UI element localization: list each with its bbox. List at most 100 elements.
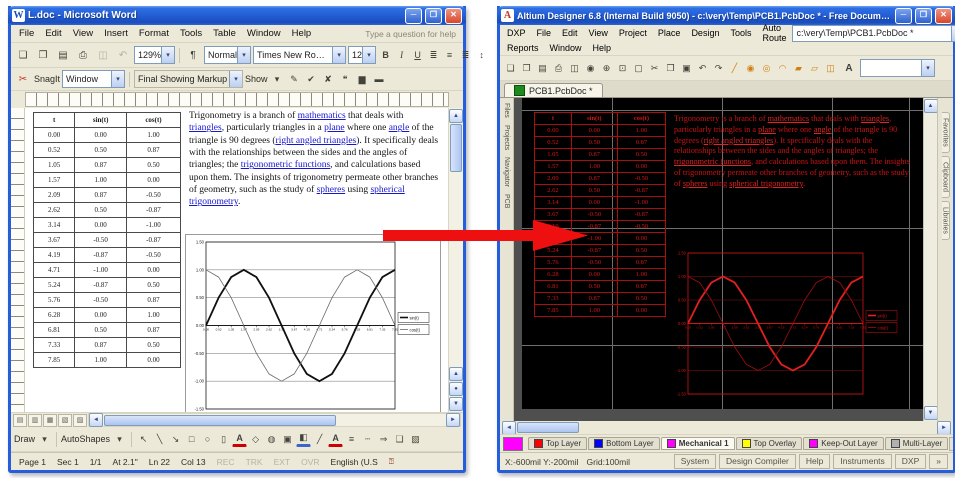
- open-icon[interactable]: ❐: [519, 59, 534, 77]
- insert-comment-icon[interactable]: ❝: [338, 70, 353, 88]
- layer-tab-keep-out-layer[interactable]: Keep-Out Layer: [803, 437, 883, 450]
- open-icon[interactable]: ❐: [34, 46, 52, 64]
- place-via-icon[interactable]: ◎: [759, 59, 774, 77]
- select-browse-object-icon[interactable]: ●: [449, 382, 463, 396]
- tab-pcb1-pcbdoc[interactable]: PCB1.PcbDoc *: [504, 83, 603, 97]
- threed-style-icon[interactable]: ▧: [408, 430, 423, 448]
- document-path-combo[interactable]: c:\very\Temp\PCB1.PcbDoc * ▾: [792, 25, 955, 42]
- panel-button-system[interactable]: System: [674, 454, 716, 469]
- dropdown-arrow-icon[interactable]: ▾: [237, 47, 250, 63]
- select-area-icon[interactable]: ▢: [631, 59, 646, 77]
- restore-button[interactable]: ❐: [425, 8, 442, 24]
- reading-layout-button[interactable]: ▨: [73, 414, 87, 427]
- line-style-icon[interactable]: ≡: [344, 430, 359, 448]
- print-icon[interactable]: ⎙: [74, 46, 92, 64]
- new-document-icon[interactable]: ❏: [503, 59, 518, 77]
- menu-item-file[interactable]: File: [532, 27, 557, 39]
- menu-item-insert[interactable]: Insert: [99, 27, 133, 40]
- scroll-up-icon[interactable]: ▲: [924, 99, 938, 113]
- word-chart-object[interactable]: 1.501.000.500.00-0.50-1.00-1.500.000.521…: [185, 234, 441, 412]
- layer-tab-multi-layer[interactable]: Multi-Layer: [885, 437, 949, 450]
- menu-item-project[interactable]: Project: [614, 27, 652, 39]
- font-size-combo[interactable]: 12 ▾: [348, 46, 376, 64]
- picture-icon[interactable]: ▣: [280, 430, 295, 448]
- hyperlink[interactable]: right angled triangles: [704, 136, 774, 145]
- menu-item-tools[interactable]: Tools: [175, 27, 207, 40]
- web-layout-button[interactable]: ▥: [28, 414, 42, 427]
- menu-item-help[interactable]: Help: [588, 42, 617, 54]
- hyperlink[interactable]: angle: [814, 125, 832, 134]
- pcb-chart-object[interactable]: 1.501.000.500.00-0.50-1.00-1.500.000.521…: [670, 248, 902, 404]
- panel-button-instruments[interactable]: Instruments: [833, 454, 891, 469]
- reject-change-icon[interactable]: ✘: [321, 70, 336, 88]
- zoom-fit-icon[interactable]: ⊡: [615, 59, 630, 77]
- panel-button-help[interactable]: Help: [799, 454, 830, 469]
- place-string-icon[interactable]: A: [840, 59, 858, 77]
- word-titlebar[interactable]: W L.doc - Microsoft Word ─ ❐ ✕: [8, 6, 466, 25]
- hyperlink[interactable]: spheres: [683, 179, 708, 188]
- scroll-down-icon[interactable]: ▼: [924, 406, 938, 420]
- browse-icon[interactable]: ◉: [583, 59, 598, 77]
- close-button[interactable]: ✕: [445, 8, 462, 24]
- panel-button-dxp[interactable]: DXP: [895, 454, 926, 469]
- menu-item-table[interactable]: Table: [208, 27, 241, 40]
- menu-item-view[interactable]: View: [584, 27, 613, 39]
- menu-item-help[interactable]: Help: [287, 27, 317, 40]
- scroll-right-icon[interactable]: ►: [446, 413, 460, 427]
- wordart-icon[interactable]: A: [232, 430, 247, 447]
- panel-button-»[interactable]: »: [929, 454, 948, 469]
- hyperlink[interactable]: triangles: [189, 123, 222, 133]
- line-spacing-icon[interactable]: ↕: [474, 46, 489, 64]
- paragraph-marks-icon[interactable]: ¶: [184, 46, 202, 64]
- dropdown-arrow-icon[interactable]: ▾: [37, 430, 52, 448]
- menu-item-design[interactable]: Design: [686, 27, 724, 39]
- font-color-icon[interactable]: A: [328, 430, 343, 447]
- layer-tab-bottom-layer[interactable]: Bottom Layer: [588, 437, 660, 450]
- vertical-ruler[interactable]: [11, 108, 25, 412]
- undo-icon[interactable]: ↶: [695, 59, 710, 77]
- menu-item-window[interactable]: Window: [242, 27, 286, 40]
- markup-mode-combo[interactable]: Final Showing Markup ▾: [134, 70, 243, 88]
- hyperlink[interactable]: triangles: [861, 114, 889, 123]
- scroll-up-icon[interactable]: ▲: [449, 109, 463, 123]
- minimize-button[interactable]: ─: [405, 8, 422, 24]
- altium-horizontal-scrollbar[interactable]: ◄ ►: [500, 421, 953, 434]
- scroll-thumb[interactable]: [450, 124, 462, 172]
- arrow-style-icon[interactable]: ⇒: [376, 430, 391, 448]
- normal-view-button[interactable]: ▤: [13, 414, 27, 427]
- panel-tab-files[interactable]: Files: [503, 101, 510, 120]
- copy-icon[interactable]: ❒: [663, 59, 678, 77]
- word-page[interactable]: tsin(t)cos(t)0.000.001.000.520.500.871.0…: [25, 108, 448, 412]
- print-icon[interactable]: ⎙: [551, 59, 566, 77]
- scroll-right-icon[interactable]: ►: [937, 421, 951, 435]
- word-horizontal-scrollbar[interactable]: ◄ ►: [88, 413, 461, 427]
- dropdown-arrow-icon[interactable]: ▾: [362, 47, 375, 63]
- menu-item-reports[interactable]: Reports: [502, 42, 544, 54]
- shadow-style-icon[interactable]: ❏: [392, 430, 407, 448]
- style-combo[interactable]: Normal ▾: [204, 46, 251, 64]
- word-vertical-scrollbar[interactable]: ▲ ▲ ● ▼: [448, 108, 463, 412]
- hyperlink[interactable]: mathematics: [768, 114, 809, 123]
- panel-tab-pcb[interactable]: PCB: [503, 192, 510, 210]
- outline-view-button[interactable]: ▧: [58, 414, 72, 427]
- layer-scroll-left-icon[interactable]: ◄: [949, 437, 953, 451]
- layer-tab-top-overlay[interactable]: Top Overlay: [736, 437, 803, 450]
- restore-button[interactable]: ❐: [915, 8, 932, 24]
- print-preview-icon[interactable]: ◫: [567, 59, 582, 77]
- text-box-icon[interactable]: ▯: [216, 430, 231, 448]
- layer-tab-top-layer[interactable]: Top Layer: [528, 437, 587, 450]
- menu-item-dxp[interactable]: DXP: [502, 27, 531, 39]
- dash-style-icon[interactable]: ┄: [360, 430, 375, 448]
- print-preview-icon[interactable]: ◫: [94, 46, 112, 64]
- place-pad-icon[interactable]: ◉: [743, 59, 758, 77]
- select-objects-icon[interactable]: ↖: [136, 430, 151, 448]
- undo-icon[interactable]: ↶: [114, 46, 132, 64]
- bold-icon[interactable]: B: [378, 46, 393, 64]
- place-fill-icon[interactable]: ▰: [791, 59, 806, 77]
- track-changes-icon[interactable]: ✎: [287, 70, 302, 88]
- menu-item-file[interactable]: File: [14, 27, 39, 40]
- draw-menu[interactable]: Draw: [14, 434, 35, 444]
- snagit-window-combo[interactable]: Window ▾: [62, 70, 125, 88]
- clip-art-icon[interactable]: ◍: [264, 430, 279, 448]
- save-icon[interactable]: ▤: [535, 59, 550, 77]
